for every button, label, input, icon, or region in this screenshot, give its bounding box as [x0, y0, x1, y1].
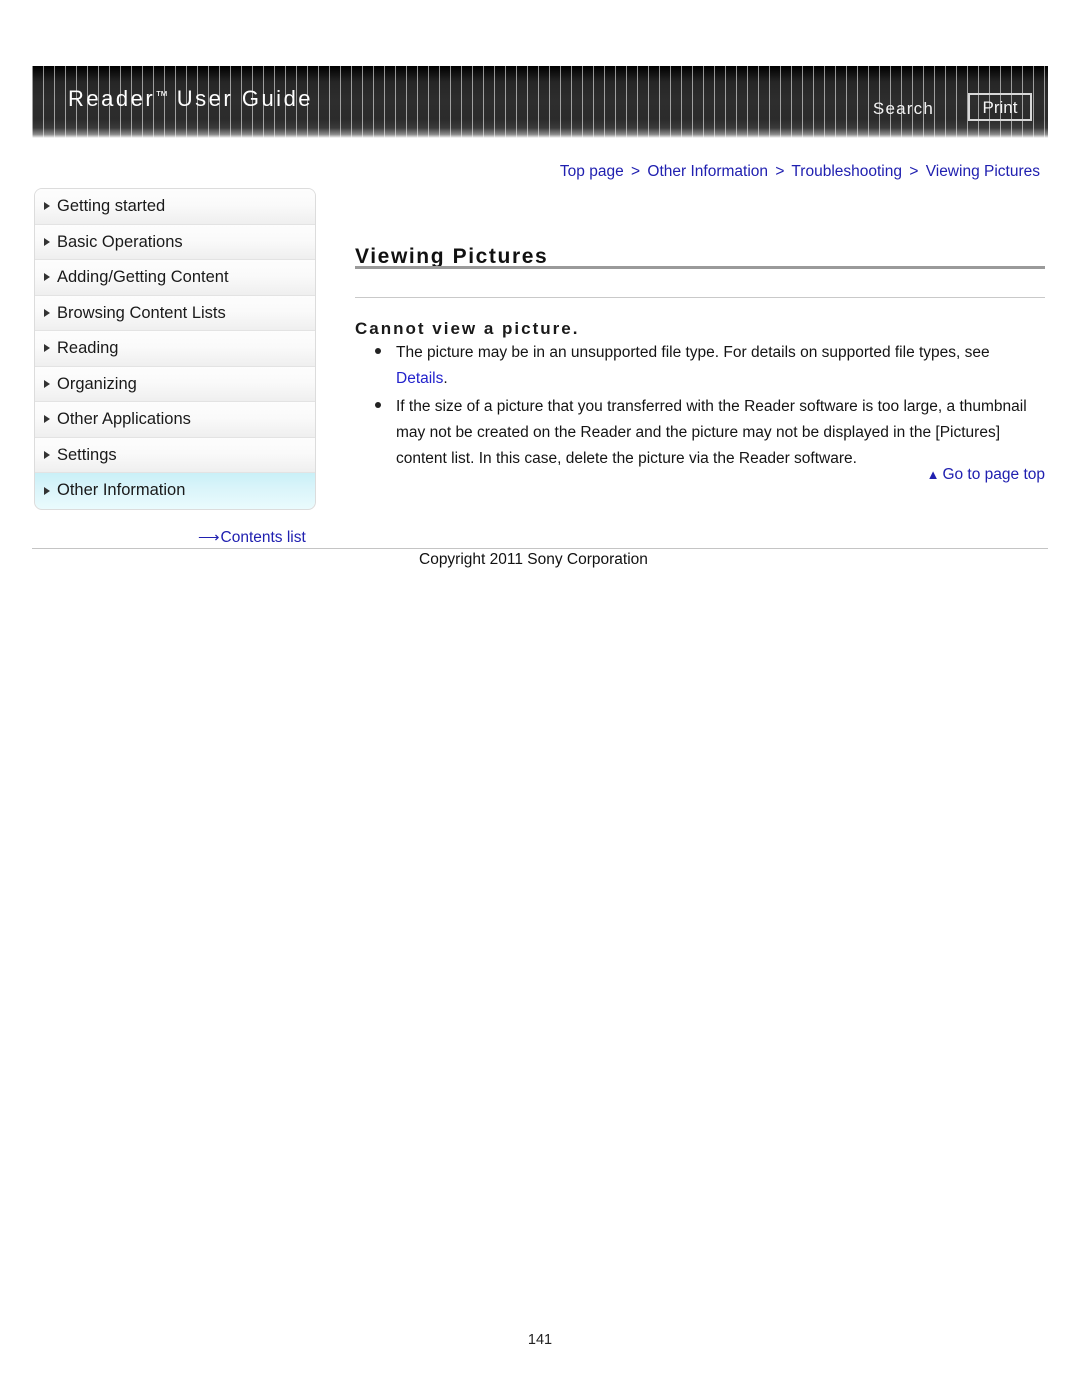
sidebar-item-getting-started[interactable]: Getting started — [35, 189, 315, 225]
list-item: The picture may be in an unsupported fil… — [375, 340, 1045, 392]
sidebar-item-label: Adding/Getting Content — [57, 268, 229, 286]
sidebar-item-label: Reading — [57, 339, 119, 357]
sidebar-item-label: Other Applications — [57, 410, 191, 428]
bullet-dot-icon — [375, 402, 381, 408]
triangle-up-icon: ▲ — [926, 467, 940, 482]
details-link[interactable]: Details — [396, 370, 443, 387]
site-header-banner: Reader™ User Guide Search Print — [32, 66, 1048, 138]
breadcrumb-separator: > — [909, 163, 919, 180]
sidebar-item-settings[interactable]: Settings — [35, 437, 315, 473]
arrow-right-icon: ⟶ — [198, 529, 219, 546]
triangle-right-icon — [44, 379, 50, 388]
triangle-right-icon — [44, 415, 50, 424]
sidebar-item-label: Basic Operations — [57, 232, 183, 251]
go-to-page-top-label: Go to page top — [942, 466, 1045, 483]
triangle-right-icon — [44, 237, 50, 246]
bullet-text-before: The picture may be in an unsupported fil… — [396, 344, 990, 361]
bullet-text: The picture may be in an unsupported fil… — [396, 340, 1045, 392]
print-button[interactable]: Print — [968, 93, 1032, 121]
triangle-right-icon — [44, 308, 50, 317]
contents-list-link[interactable]: ⟶ Contents list — [198, 528, 306, 547]
sidebar-item-other-applications[interactable]: Other Applications — [35, 402, 315, 438]
triangle-right-icon — [44, 450, 50, 459]
copyright-text: Copyright 2011 Sony Corporation — [419, 551, 648, 568]
page-number: 141 — [527, 1332, 553, 1348]
sidebar-item-label: Other Information — [57, 481, 186, 499]
list-item: If the size of a picture that you transf… — [375, 394, 1045, 472]
search-link[interactable]: Search — [873, 99, 934, 119]
breadcrumb: Top page > Other Information > Troublesh… — [560, 163, 1040, 181]
breadcrumb-separator: > — [775, 163, 785, 180]
sidebar-item-basic-operations[interactable]: Basic Operations — [35, 224, 315, 260]
breadcrumb-item-other-information[interactable]: Other Information — [647, 163, 768, 180]
sidebar-item-label: Settings — [57, 445, 117, 464]
title-divider — [355, 266, 1045, 269]
triangle-right-icon — [44, 273, 50, 282]
breadcrumb-item-viewing-pictures[interactable]: Viewing Pictures — [926, 163, 1040, 180]
bullet-dot-icon — [375, 348, 381, 354]
breadcrumb-separator: > — [631, 163, 641, 180]
go-to-page-top-link[interactable]: ▲ Go to page top — [355, 466, 1045, 484]
section-title: Cannot view a picture. — [355, 319, 580, 339]
sidebar-item-browsing-content-lists[interactable]: Browsing Content Lists — [35, 295, 315, 331]
sidebar-item-label: Browsing Content Lists — [57, 303, 226, 322]
bullet-text-after: . — [443, 370, 448, 387]
bullet-text: If the size of a picture that you transf… — [396, 398, 1027, 467]
breadcrumb-item-troubleshooting[interactable]: Troubleshooting — [791, 163, 902, 180]
site-title: Reader™ User Guide — [68, 86, 313, 112]
section-divider — [355, 297, 1045, 298]
contents-list-label: Contents list — [220, 529, 306, 546]
triangle-right-icon — [44, 486, 50, 495]
sidebar-item-other-information[interactable]: Other Information — [35, 473, 315, 509]
trademark-icon: ™ — [155, 88, 169, 103]
triangle-right-icon — [44, 344, 50, 353]
sidebar-item-organizing[interactable]: Organizing — [35, 366, 315, 402]
breadcrumb-item-top-page[interactable]: Top page — [560, 163, 624, 180]
footer-divider — [32, 548, 1048, 549]
triangle-right-icon — [44, 202, 50, 211]
sidebar-item-adding-getting-content[interactable]: Adding/Getting Content — [35, 260, 315, 296]
site-title-rest: User Guide — [168, 86, 314, 111]
sidebar-item-reading[interactable]: Reading — [35, 331, 315, 367]
sidebar-nav: Getting started Basic Operations Adding/… — [34, 188, 316, 510]
sidebar-item-label: Getting started — [57, 197, 166, 215]
sidebar-item-label: Organizing — [57, 374, 137, 393]
site-title-main: Reader — [68, 86, 156, 111]
